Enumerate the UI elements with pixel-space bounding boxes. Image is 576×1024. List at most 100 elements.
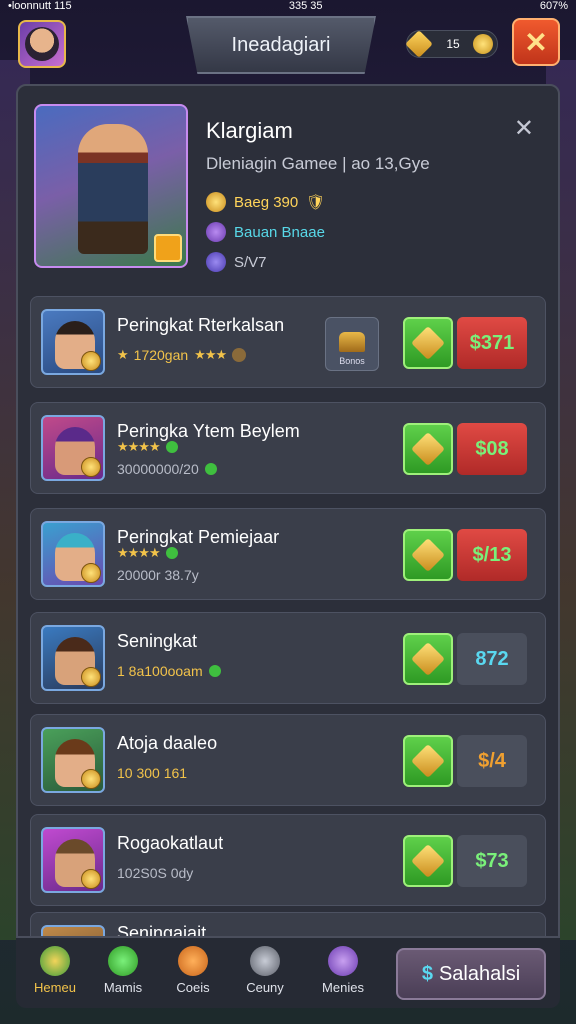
buy-button[interactable] [403,423,453,475]
price-button[interactable]: $/13 [457,529,527,581]
profile-stat-rank: Bauan Bnaae [206,222,325,242]
buy-button[interactable] [403,835,453,887]
profile-stat-rank-label: Bauan Bnaae [234,223,325,241]
gem-icon [411,642,445,676]
green-gem-icon [204,463,217,475]
green-gem-icon [208,665,221,677]
token-icon [232,348,247,362]
leaderboard-row[interactable]: Peringkat Rterkalsan ★ 1720gan ★★★ Bonos… [30,296,546,388]
close-button[interactable]: ✕ [512,18,560,66]
row-stars: ★★★★ [117,439,178,455]
row-meta-text: 30000000/20 [117,461,199,477]
home-icon [40,946,70,976]
gem-icon [411,538,445,572]
buy-button[interactable] [403,735,453,787]
row-avatar [41,625,105,691]
row-avatar [41,415,105,481]
price-button[interactable]: $73 [457,835,527,887]
leaderboard-row[interactable]: Seningkat 1 8a100ooam 872 [30,612,546,704]
coins-icon [178,946,208,976]
nav-item-missions[interactable]: Mamis [88,946,158,995]
power-icon [206,252,226,272]
status-left: •loonnutt 115 [8,0,72,12]
green-gem-icon [165,441,178,453]
shield-icon: 🛡 [306,194,326,211]
bonus-chest-button[interactable]: Bonos [325,317,379,371]
price-button[interactable]: $371 [457,317,527,369]
rank-icon [206,222,226,242]
profile-stat-gold-label: Baeg 390 [234,193,299,211]
nav-label: Menies [322,980,364,995]
price-button[interactable]: 872 [457,633,527,685]
leaderboard-row[interactable]: Peringka Ytem Beylem ★★★★ 30000000/20 $0… [30,402,546,494]
hero-portrait[interactable] [34,104,188,268]
status-center: 335 35 [288,0,323,12]
nav-label: Mamis [103,980,143,995]
leaderboard-row[interactable]: Atoja daaleo 10 300 161 $/4 [30,714,546,806]
leaderboard-panel: Klargiam Dleniagin Gamee | ao 13,Gye Bae… [16,84,560,1004]
leaderboard-row[interactable]: Rogaokatlaut 102S0S 0dy $73 [30,814,546,906]
row-meta-text: 10 300 161 [117,765,188,781]
row-title: Seningkat [117,631,198,651]
medal-icon [81,869,101,889]
shop-button-label: Salahalsi [438,962,521,985]
gem-icon [411,326,445,360]
player-avatar-button[interactable] [18,20,66,68]
row-stars-text: ★★★★ [117,439,161,454]
coin-icon [472,34,493,54]
menus-icon [328,946,358,976]
row-meta-text: 1 8a100ooam [117,663,203,679]
bonus-chest-label: Bonos [339,356,365,366]
buy-button[interactable] [403,317,453,369]
row-stars-text: ★★★★ [117,545,161,560]
nav-label: Hemeu [34,980,76,995]
row-title: Atoja daaleo [117,733,218,753]
green-gem-icon [165,547,178,559]
shop-button[interactable]: $ Salahalsi [396,948,546,1000]
nav-label: Ceuny [246,980,284,995]
avatar [25,27,59,61]
nav-item-home[interactable]: Hemeu [20,946,90,995]
gem-icon [411,744,445,778]
profile-stat-gold: Baeg 390 🛡 [206,192,325,212]
profile-header: Klargiam Dleniagin Gamee | ao 13,Gye Bae… [30,96,546,276]
dollar-icon: $ [421,962,433,985]
row-meta: ★ 1720gan ★★★ [117,347,247,363]
community-icon [250,946,280,976]
status-right: 607% [539,0,568,12]
currency-counter[interactable]: 15 [405,30,498,58]
leaderboard-row[interactable]: Peringkat Pemiejaar ★★★★ 20000r 38.7y $/… [30,508,546,600]
profile-subtitle: Dleniagin Gamee | ao 13,Gye [206,154,430,173]
row-meta-text: 102S0S 0dy [117,865,194,881]
nav-item-community[interactable]: Ceuny [230,946,300,995]
nav-item-coins[interactable]: Coeis [158,946,228,995]
page-title: Ineadagiari [186,16,376,74]
row-avatar [41,827,105,893]
hero-badge-icon [154,234,182,262]
price-button[interactable]: $08 [457,423,527,475]
panel-close-icon[interactable]: ✕ [514,114,534,143]
buy-button[interactable] [403,633,453,685]
row-avatar [41,727,105,793]
coin-icon [206,192,226,212]
price-button[interactable]: $/4 [457,735,527,787]
medal-icon [81,563,101,583]
medal-icon [81,667,101,687]
nav-label: Coeis [176,980,210,995]
row-meta: 20000r 38.7y [117,567,199,583]
medal-icon [81,769,101,789]
medal-icon [81,457,101,477]
missions-icon [108,946,138,976]
row-avatar [41,309,105,375]
currency-value: 15 [446,37,460,51]
row-meta-text: 1720gan [133,347,189,363]
buy-button[interactable] [403,529,453,581]
row-meta: 30000000/20 [117,461,217,477]
row-meta: 10 300 161 [117,765,187,781]
hero-figure [78,124,148,254]
nav-item-menus[interactable]: Menies [308,946,378,995]
status-bar: •loonnutt 115 335 35 607% [0,0,576,14]
top-bar: Ineadagiari 15 ✕ [0,14,576,74]
gem-icon [411,844,445,878]
row-meta: 1 8a100ooam [117,663,221,679]
